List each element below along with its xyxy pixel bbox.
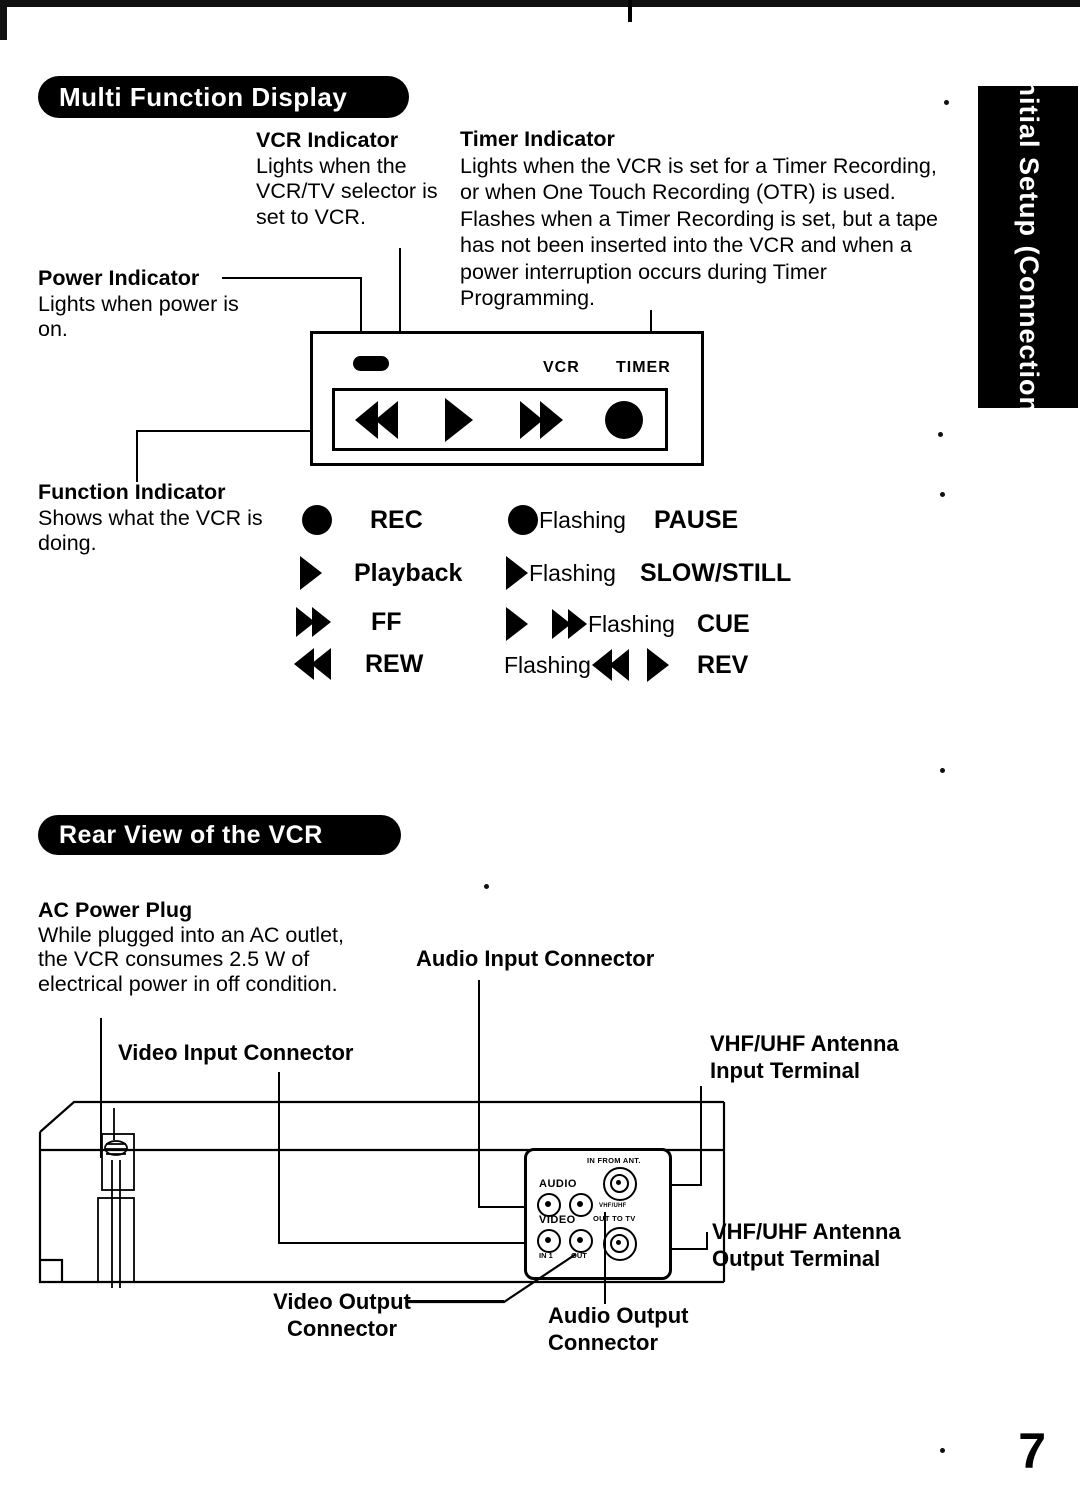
callout-body: Lights when power is on. (38, 292, 268, 343)
callout-body: While plugged into an AC outlet, the VCR… (38, 923, 348, 997)
legend-row-ff: FF (296, 607, 402, 637)
record-icon (508, 505, 538, 535)
scan-speck (940, 768, 945, 773)
legend-label: PAUSE (654, 506, 738, 535)
rewind-icon (592, 649, 629, 681)
multi-function-display-panel: VCR TIMER (310, 331, 704, 466)
panel-marking-video: VIDEO (539, 1215, 576, 1226)
callout-title: Timer Indicator (460, 126, 960, 153)
legend-row-pause: Flashing PAUSE (508, 505, 738, 535)
legend-flashing-label: Flashing (504, 652, 591, 679)
section-header-multi-function-display: Multi Function Display (38, 76, 409, 118)
panel-marking-audio: AUDIO (539, 1179, 577, 1190)
panel-marking-vhf-uhf: VHF/UHF (599, 1203, 626, 1209)
scan-speck (940, 492, 945, 497)
panel-slot-play (418, 398, 501, 442)
panel-vcr-label: VCR (543, 359, 580, 377)
panel-function-strip (332, 388, 668, 451)
panel-slot-fast-forward (500, 401, 583, 439)
antenna-output-jack (603, 1227, 637, 1261)
legend-label: REC (370, 506, 423, 535)
leader-line-power-indicator-h (222, 277, 362, 279)
callout-timer-indicator: Timer Indicator Lights when the VCR is s… (460, 126, 960, 312)
section-header-rear-view: Rear View of the VCR (38, 815, 401, 855)
play-icon (300, 556, 322, 590)
callout-title: Function Indicator (38, 480, 288, 506)
scan-edge-artifact (0, 0, 7, 40)
legend-flashing-label: Flashing (588, 611, 675, 638)
legend-label: SLOW/STILL (640, 559, 791, 588)
power-led-icon (353, 356, 389, 371)
legend-row-rev: Flashing REV (504, 648, 748, 682)
legend-label: REW (365, 650, 423, 679)
legend-label: REV (697, 651, 748, 680)
fast-forward-icon (552, 609, 587, 639)
callout-ac-power-plug: AC Power Plug While plugged into an AC o… (38, 898, 348, 996)
scan-speck (484, 884, 489, 889)
section-header-label: Multi Function Display (59, 82, 347, 113)
callout-body: Lights when the VCR/TV selector is set t… (256, 154, 456, 231)
label-video-output-connector: Video Output Connector (262, 1288, 422, 1342)
fast-forward-icon (520, 401, 563, 439)
legend-row-playback: Playback (300, 556, 462, 590)
leader-line-function-indicator-h (136, 430, 312, 432)
leader-line-video-output-diagonal (400, 1250, 580, 1312)
legend-flashing-label: Flashing (529, 560, 616, 587)
legend-flashing-label: Flashing (539, 507, 626, 534)
panel-marking-out-to-tv: OUT TO TV (593, 1215, 636, 1223)
record-icon (302, 505, 332, 535)
legend-label: Playback (354, 559, 462, 588)
callout-body: Shows what the VCR is doing. (38, 506, 288, 557)
fast-forward-icon (296, 607, 331, 637)
panel-timer-label: TIMER (616, 359, 671, 377)
scan-speck (940, 1448, 945, 1453)
page-number: 7 (1018, 1422, 1046, 1480)
rewind-icon (294, 648, 331, 680)
label-antenna-input-terminal: VHF/UHF Antenna Input Terminal (710, 1030, 950, 1084)
scan-speck (938, 432, 943, 437)
section-header-label: Rear View of the VCR (59, 821, 323, 850)
callout-vcr-indicator: VCR Indicator Lights when the VCR/TV sel… (256, 128, 456, 230)
side-tab-initial-setup: Initial Setup (Connection) (978, 86, 1078, 408)
panel-marking-in-from-ant: IN FROM ANT. (587, 1157, 641, 1165)
play-icon (506, 607, 528, 641)
scan-speck (944, 100, 949, 105)
legend-label: CUE (697, 610, 750, 639)
legend-row-rec: REC (302, 505, 423, 535)
panel-slot-rewind (335, 401, 418, 439)
label-audio-input-connector: Audio Input Connector (416, 946, 654, 972)
rewind-icon (355, 401, 398, 439)
scan-notch-artifact (628, 0, 632, 22)
legend-row-slow-still: Flashing SLOW/STILL (506, 556, 791, 590)
legend-row-cue: Flashing CUE (506, 607, 750, 641)
legend-label: FF (371, 608, 402, 637)
scan-edge-artifact (0, 0, 1080, 7)
legend-row-rew: REW (294, 648, 423, 680)
label-antenna-output-terminal: VHF/UHF Antenna Output Terminal (712, 1218, 952, 1272)
play-icon (647, 648, 669, 682)
play-icon (445, 398, 473, 442)
side-tab-label: Initial Setup (Connection) (1013, 71, 1044, 424)
callout-title: AC Power Plug (38, 898, 348, 923)
leader-line-function-indicator-v (136, 430, 138, 482)
label-video-input-connector: Video Input Connector (118, 1040, 353, 1066)
leader-line-audio-output-stub (604, 1212, 606, 1278)
play-icon (506, 556, 528, 590)
callout-body: Lights when the VCR is set for a Timer R… (460, 153, 960, 312)
callout-function-indicator: Function Indicator Shows what the VCR is… (38, 480, 288, 557)
panel-slot-record (583, 401, 666, 439)
callout-title: VCR Indicator (256, 128, 456, 154)
antenna-input-jack (603, 1167, 637, 1201)
manual-page: Initial Setup (Connection) Multi Functio… (0, 0, 1080, 1504)
record-icon (605, 401, 643, 439)
